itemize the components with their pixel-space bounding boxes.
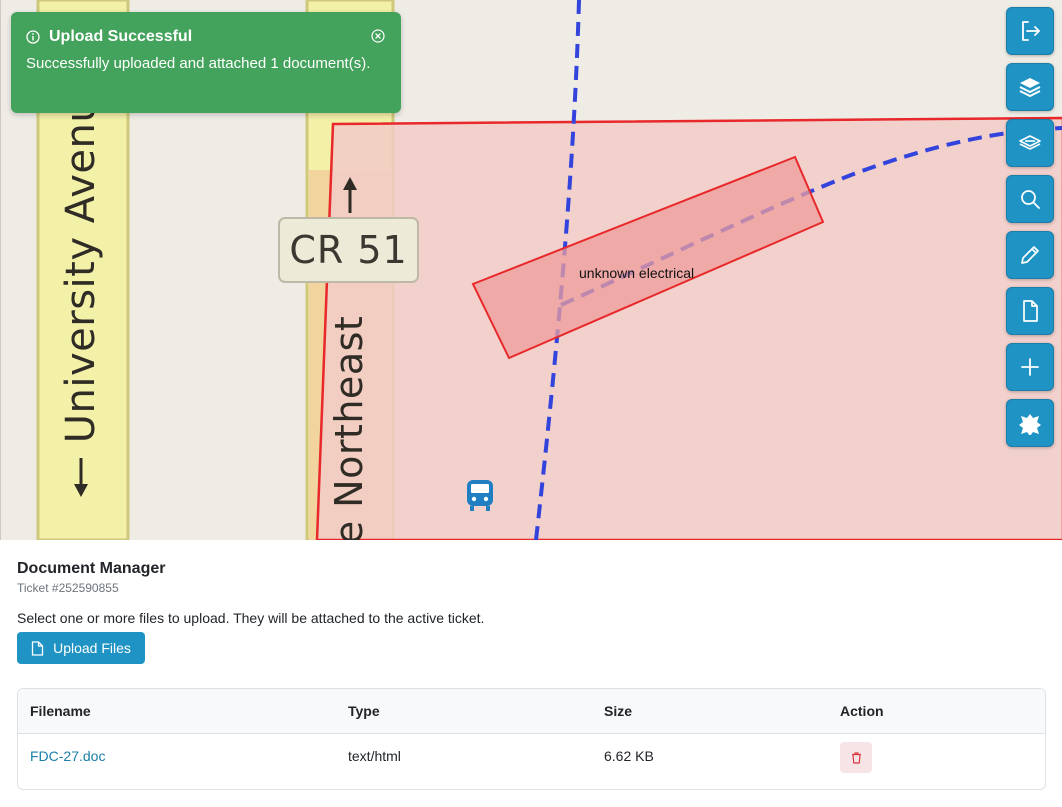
upload-files-button[interactable]: Upload Files — [17, 632, 145, 664]
map-toolbar — [1006, 7, 1054, 455]
sign-out-icon — [1022, 21, 1040, 41]
pencil-icon — [1021, 246, 1039, 264]
bus-stop-icon[interactable] — [465, 478, 495, 512]
road-label-university-avenue: University Avenu — [58, 96, 104, 444]
size-cell: 6.62 KB — [604, 747, 654, 764]
upload-success-toast: Upload Successful Successfully uploaded … — [11, 12, 401, 113]
upload-files-label: Upload Files — [53, 640, 131, 656]
upload-description: Select one or more files to upload. They… — [17, 610, 485, 626]
search-icon — [1021, 190, 1040, 209]
close-circle-icon[interactable] — [371, 29, 385, 43]
layers-button[interactable] — [1006, 63, 1054, 111]
edit-button[interactable] — [1006, 231, 1054, 279]
exit-button[interactable] — [1006, 7, 1054, 55]
column-header-size: Size — [604, 702, 633, 719]
column-header-type: Type — [348, 702, 380, 719]
document-manager-panel: Document Manager Ticket #252590855 Selec… — [0, 540, 1062, 807]
file-icon — [31, 640, 44, 656]
column-header-action: Action — [840, 702, 884, 719]
tools-button[interactable] — [1006, 399, 1054, 447]
column-header-filename: Filename — [30, 702, 91, 719]
add-button[interactable] — [1006, 343, 1054, 391]
file-link[interactable]: FDC-27.doc — [30, 748, 105, 764]
trash-icon — [851, 752, 861, 764]
delete-button[interactable] — [840, 742, 872, 774]
filename-cell: FDC-27.doc — [18, 733, 336, 778]
panel-title: Document Manager — [17, 560, 166, 577]
plus-icon — [1021, 358, 1039, 376]
layers-outline-icon — [1019, 135, 1041, 150]
toast-title: Upload Successful — [49, 28, 193, 45]
documents-button[interactable] — [1006, 287, 1054, 335]
info-circle-icon — [26, 30, 40, 44]
route-shield: CR 51 — [278, 217, 419, 283]
parcel-polygon[interactable] — [315, 116, 1062, 540]
feature-label: unknown electrical — [579, 265, 695, 281]
road-label-northeast: e Northeast — [327, 315, 371, 540]
type-cell: text/html — [348, 747, 401, 764]
document-icon — [1023, 300, 1038, 322]
puzzle-icon — [1019, 414, 1041, 435]
ticket-number: Ticket #252590855 — [17, 581, 119, 595]
documents-table: Filename Type Size Action FDC-27.doc tex… — [17, 688, 1046, 790]
table-header-row: Filename Type Size Action — [18, 689, 1045, 733]
toast-message: Successfully uploaded and attached 1 doc… — [26, 55, 371, 72]
action-cell — [828, 733, 1045, 778]
layers-outline-button[interactable] — [1006, 119, 1054, 167]
layers-icon — [1019, 78, 1041, 98]
search-button[interactable] — [1006, 175, 1054, 223]
table-row: FDC-27.doc text/html 6.62 KB — [18, 733, 1045, 778]
